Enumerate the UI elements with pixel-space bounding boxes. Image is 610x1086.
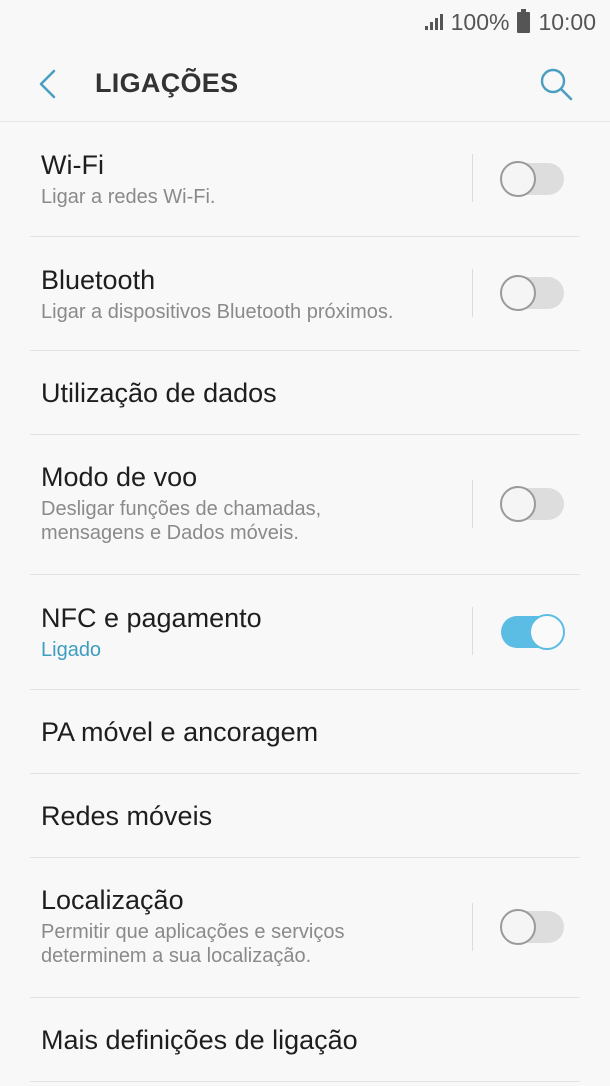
bluetooth-toggle[interactable]	[500, 275, 564, 311]
setting-subtitle-line: determinem a sua localização.	[41, 945, 312, 967]
setting-row-mobile-networks[interactable]: Redes móveis	[0, 774, 610, 858]
clock: 10:00	[538, 8, 596, 35]
status-bar: 100% 10:00	[0, 0, 610, 44]
setting-row-more-connection-settings[interactable]: Mais definições de ligação	[0, 998, 610, 1082]
signal-icon	[424, 14, 443, 30]
search-icon	[540, 68, 573, 101]
setting-row-wifi[interactable]: Wi-Fi Ligar a redes Wi-Fi.	[0, 122, 610, 237]
back-button[interactable]	[28, 64, 68, 104]
battery-percent: 100%	[450, 8, 510, 35]
toggle-knob	[500, 275, 536, 311]
vertical-separator	[472, 269, 473, 317]
setting-title: Redes móveis	[41, 801, 213, 831]
battery-icon	[517, 8, 531, 33]
page-title: LIGAÇÕES	[95, 68, 239, 98]
toggle-knob	[500, 486, 536, 522]
setting-subtitle-line: Permitir que aplicações e serviços	[41, 921, 345, 943]
airplane-mode-toggle[interactable]	[500, 486, 564, 522]
toggle-knob	[529, 614, 565, 650]
setting-subtitle: Desligar funções de chamadas, mensagens …	[41, 497, 441, 545]
app-header: LIGAÇÕES	[0, 44, 610, 122]
vertical-separator	[472, 903, 473, 951]
settings-screen: 100% 10:00 LIGAÇÕES Wi-Fi Ligar a redes …	[0, 0, 610, 1086]
setting-subtitle: Ligar a dispositivos Bluetooth próximos.	[41, 301, 394, 323]
setting-subtitle-line: mensagens e Dados móveis.	[41, 522, 299, 544]
setting-title: PA móvel e ancoragem	[41, 717, 319, 747]
settings-list: Wi-Fi Ligar a redes Wi-Fi. Bluetooth Lig…	[0, 122, 610, 1082]
wifi-toggle[interactable]	[500, 161, 564, 197]
back-arrow-icon	[39, 69, 56, 99]
vertical-separator	[472, 607, 473, 655]
search-button[interactable]	[534, 62, 578, 106]
setting-subtitle-line: Desligar funções de chamadas,	[41, 498, 322, 520]
toggle-knob	[500, 161, 536, 197]
setting-row-nfc[interactable]: NFC e pagamento Ligado	[0, 575, 610, 690]
vertical-separator	[472, 154, 473, 202]
toggle-knob	[500, 909, 536, 945]
location-toggle[interactable]	[500, 909, 564, 945]
setting-status: Ligado	[41, 639, 102, 661]
setting-row-bluetooth[interactable]: Bluetooth Ligar a dispositivos Bluetooth…	[0, 237, 610, 351]
setting-title: Utilização de dados	[41, 378, 277, 408]
setting-subtitle: Permitir que aplicações e serviços deter…	[41, 920, 441, 968]
row-divider	[30, 1081, 580, 1082]
setting-row-airplane-mode[interactable]: Modo de voo Desligar funções de chamadas…	[0, 435, 610, 575]
nfc-toggle[interactable]	[501, 614, 565, 650]
setting-row-data-usage[interactable]: Utilização de dados	[0, 351, 610, 435]
setting-row-hotspot[interactable]: PA móvel e ancoragem	[0, 690, 610, 774]
setting-title: Mais definições de ligação	[41, 1025, 358, 1055]
setting-row-location[interactable]: Localização Permitir que aplicações e se…	[0, 858, 610, 998]
setting-subtitle: Ligar a redes Wi-Fi.	[41, 186, 216, 208]
vertical-separator	[472, 480, 473, 528]
